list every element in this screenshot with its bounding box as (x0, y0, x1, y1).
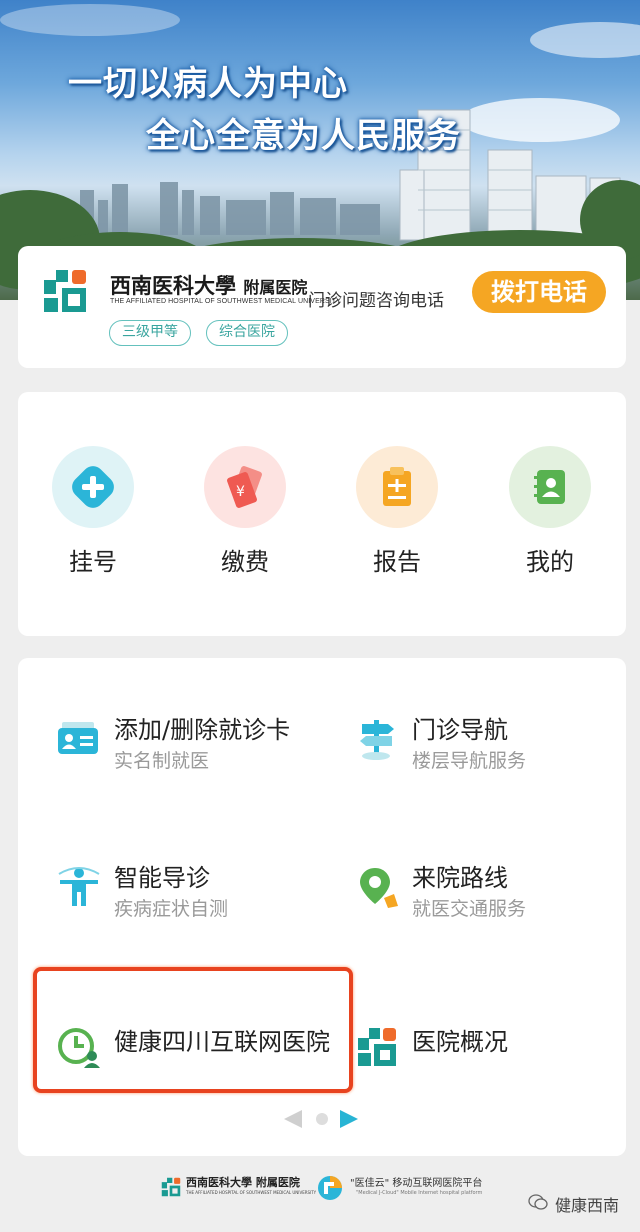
mine-icon-circle (509, 446, 591, 528)
service-subtitle-visit-card: 实名制就医 (114, 750, 210, 772)
plus-cross-icon (72, 466, 114, 508)
service-subtitle-smart-triage: 疾病症状自测 (114, 898, 229, 920)
register-icon-circle (52, 446, 134, 528)
menu-item-payment[interactable]: ¥ 缴费 (190, 446, 300, 586)
footer: 西南医科大學 附属医院 THE AFFILIATED HOSPITAL OF S… (0, 1162, 640, 1232)
next-arrow-icon[interactable] (340, 1110, 358, 1128)
source-account-name: 健康西南 (555, 1196, 620, 1215)
quick-menu-card: 挂号 ¥ 缴费 报告 我的 (18, 392, 626, 636)
hospital-logo-icon (358, 1028, 396, 1066)
service-smart-triage[interactable]: 智能导诊 疾病症状自测 (56, 858, 336, 938)
consult-phone-label: 门诊问题咨询电话 (308, 291, 444, 311)
platform-name: "医佳云" 移动互联网医院平台 (350, 1178, 483, 1189)
service-title-visit-card: 添加/删除就诊卡 (114, 716, 291, 744)
service-route[interactable]: 来院路线 就医交通服务 (354, 858, 614, 938)
footer-hospital-name: 西南医科大學 附属医院 (186, 1176, 300, 1189)
hospital-logo (44, 270, 86, 312)
carousel-pager (284, 1108, 364, 1128)
hospital-name-en: THE AFFILIATED HOSPITAL OF SOUTHWEST MED… (110, 298, 341, 305)
slogan-line-2: 全心全意为人民服务 (146, 116, 461, 156)
footer-hospital-en: THE AFFILIATED HOSPITAL OF SOUTHWEST MED… (186, 1190, 317, 1195)
services-card: 添加/删除就诊卡 实名制就医 门诊导航 楼层导航服务 智能导诊 疾病症状自测 来… (18, 658, 626, 1156)
slogan-line-1: 一切以病人为中心 (68, 64, 348, 104)
body-figure-icon (58, 867, 100, 906)
type-badge: 综合医院 (206, 320, 288, 346)
hospital-name-cn: 西南医科大學 (110, 273, 236, 298)
hospital-name-suffix: 附属医院 (243, 280, 308, 297)
service-subtitle-route: 就医交通服务 (412, 898, 527, 920)
menu-label-report: 报告 (373, 548, 421, 576)
profile-book-icon (534, 470, 565, 504)
svg-text:¥: ¥ (236, 484, 245, 500)
menu-item-register[interactable]: 挂号 (38, 446, 148, 586)
menu-label-register: 挂号 (69, 548, 117, 576)
platform-name-en: "Medical J-Cloud" Mobile Internet hospit… (356, 1190, 483, 1196)
service-visit-card[interactable]: 添加/删除就诊卡 实名制就医 (56, 710, 336, 790)
menu-item-mine[interactable]: 我的 (495, 446, 605, 586)
menu-item-report[interactable]: 报告 (342, 446, 452, 586)
pager-dot[interactable] (316, 1113, 328, 1125)
id-card-icon (58, 722, 98, 754)
prev-arrow-icon[interactable] (284, 1110, 302, 1128)
service-title-navigation: 门诊导航 (412, 716, 508, 744)
payment-icon-circle: ¥ (204, 446, 286, 528)
grade-badge: 三级甲等 (109, 320, 191, 346)
hospital-name: 西南医科大學 附属医院 (110, 270, 307, 300)
signpost-icon (360, 720, 394, 760)
highlight-annotation-box (33, 967, 353, 1093)
service-navigation[interactable]: 门诊导航 楼层导航服务 (354, 710, 614, 790)
service-hospital-overview[interactable]: 医院概况 (354, 1018, 614, 1098)
footer-hospital-logo (161, 1177, 181, 1197)
location-pin-icon (360, 868, 398, 908)
platform-logo (318, 1176, 342, 1200)
payment-card-icon: ¥ (227, 466, 262, 508)
menu-label-mine: 我的 (526, 548, 574, 576)
wechat-icon (528, 1194, 548, 1210)
service-title-hospital-overview: 医院概况 (412, 1028, 508, 1056)
hospital-info-card: 西南医科大學 附属医院 THE AFFILIATED HOSPITAL OF S… (18, 246, 626, 368)
menu-label-payment: 缴费 (221, 548, 269, 576)
report-icon-circle (356, 446, 438, 528)
service-subtitle-navigation: 楼层导航服务 (412, 750, 527, 772)
call-button[interactable]: 拨打电话 (472, 271, 606, 313)
service-title-smart-triage: 智能导诊 (114, 864, 210, 892)
report-clipboard-icon (383, 467, 411, 506)
service-title-route: 来院路线 (412, 864, 508, 892)
